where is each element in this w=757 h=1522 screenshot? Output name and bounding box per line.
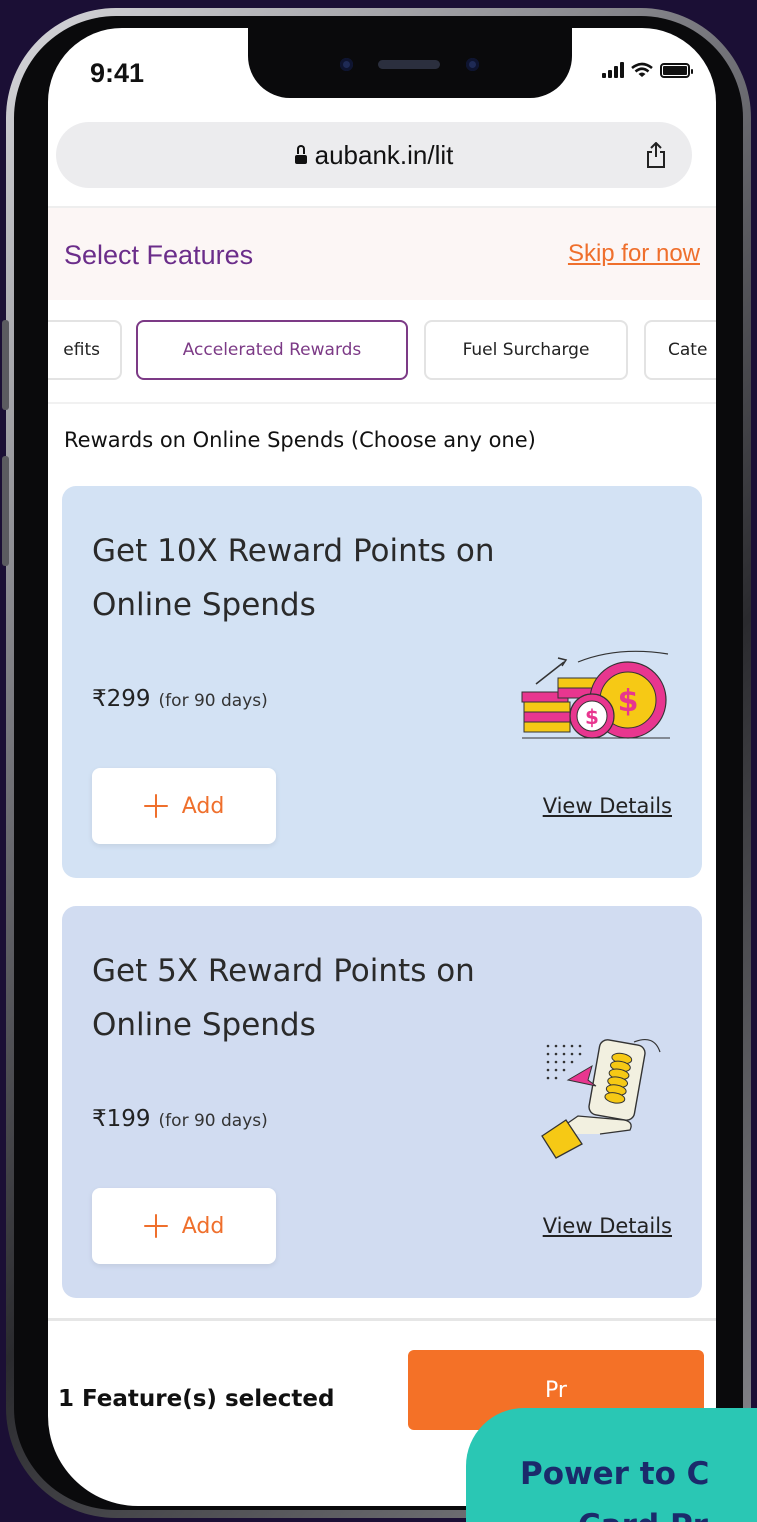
selected-count-text: 1 Feature(s) selected xyxy=(58,1386,335,1412)
side-button-mute xyxy=(2,320,9,410)
price-row: ₹199 (for 90 days) xyxy=(92,1106,268,1132)
feature-tabs: efits Accelerated Rewards Fuel Surcharge… xyxy=(48,320,716,382)
tab-benefits[interactable]: efits xyxy=(48,320,122,380)
footer-divider xyxy=(48,1318,716,1321)
svg-text:$: $ xyxy=(618,684,639,719)
share-icon[interactable] xyxy=(646,142,666,168)
reward-card-10x: Get 10X Reward Points on Online Spends ₹… xyxy=(62,486,702,878)
price: ₹299 xyxy=(92,686,151,712)
tab-fuel-surcharge[interactable]: Fuel Surcharge xyxy=(424,320,628,380)
card-title: Get 5X Reward Points on Online Spends xyxy=(92,953,475,1043)
sensor-icon xyxy=(466,58,479,71)
phone-coins-hand-icon xyxy=(541,1039,661,1159)
wifi-icon xyxy=(631,62,653,77)
tab-accelerated-rewards[interactable]: Accelerated Rewards xyxy=(136,320,408,380)
add-label: Add xyxy=(181,793,225,819)
price-period: (for 90 days) xyxy=(158,691,268,711)
front-camera-icon xyxy=(340,58,353,71)
speaker-grille xyxy=(378,60,440,69)
price-period: (for 90 days) xyxy=(158,1111,268,1131)
lock-icon xyxy=(294,145,307,164)
add-button[interactable]: Add xyxy=(92,768,276,844)
add-button[interactable]: Add xyxy=(92,1188,276,1264)
view-details-link[interactable]: View Details xyxy=(543,1214,672,1238)
add-label: Add xyxy=(181,1213,225,1239)
view-details-link[interactable]: View Details xyxy=(543,794,672,818)
section-label: Rewards on Online Spends (Choose any one… xyxy=(64,428,536,452)
tab-category[interactable]: Cate xyxy=(644,320,716,380)
notch xyxy=(248,28,572,98)
plus-icon xyxy=(143,1214,168,1238)
coins-growth-icon: $ $ xyxy=(521,650,670,739)
promo-badge: Power to C Card Pr xyxy=(466,1408,757,1522)
status-icons xyxy=(602,62,693,78)
page-title: Select Features xyxy=(64,240,254,270)
promo-line-1: Power to C xyxy=(520,1456,710,1492)
url-text: aubank.in/lit xyxy=(314,139,454,170)
address-bar[interactable]: aubank.in/lit xyxy=(56,122,692,188)
promo-line-2: Card Pr xyxy=(578,1508,708,1522)
svg-text:$: $ xyxy=(585,705,599,729)
card-title: Get 10X Reward Points on Online Spends xyxy=(92,533,495,623)
reward-card-5x: Get 5X Reward Points on Online Spends ₹1… xyxy=(62,906,702,1298)
battery-icon xyxy=(660,63,693,78)
features-header: Select Features Skip for now xyxy=(48,208,716,300)
price: ₹199 xyxy=(92,1106,151,1132)
skip-link[interactable]: Skip for now xyxy=(568,240,700,268)
tabs-divider xyxy=(48,402,716,404)
status-time: 9:41 xyxy=(90,58,145,88)
signal-icon xyxy=(602,62,624,78)
phone-screen: 9:41 aubank.in/lit Select Features Skip … xyxy=(48,28,716,1506)
side-button-volume xyxy=(2,456,9,566)
price-row: ₹299 (for 90 days) xyxy=(92,686,268,712)
plus-icon xyxy=(143,794,168,818)
